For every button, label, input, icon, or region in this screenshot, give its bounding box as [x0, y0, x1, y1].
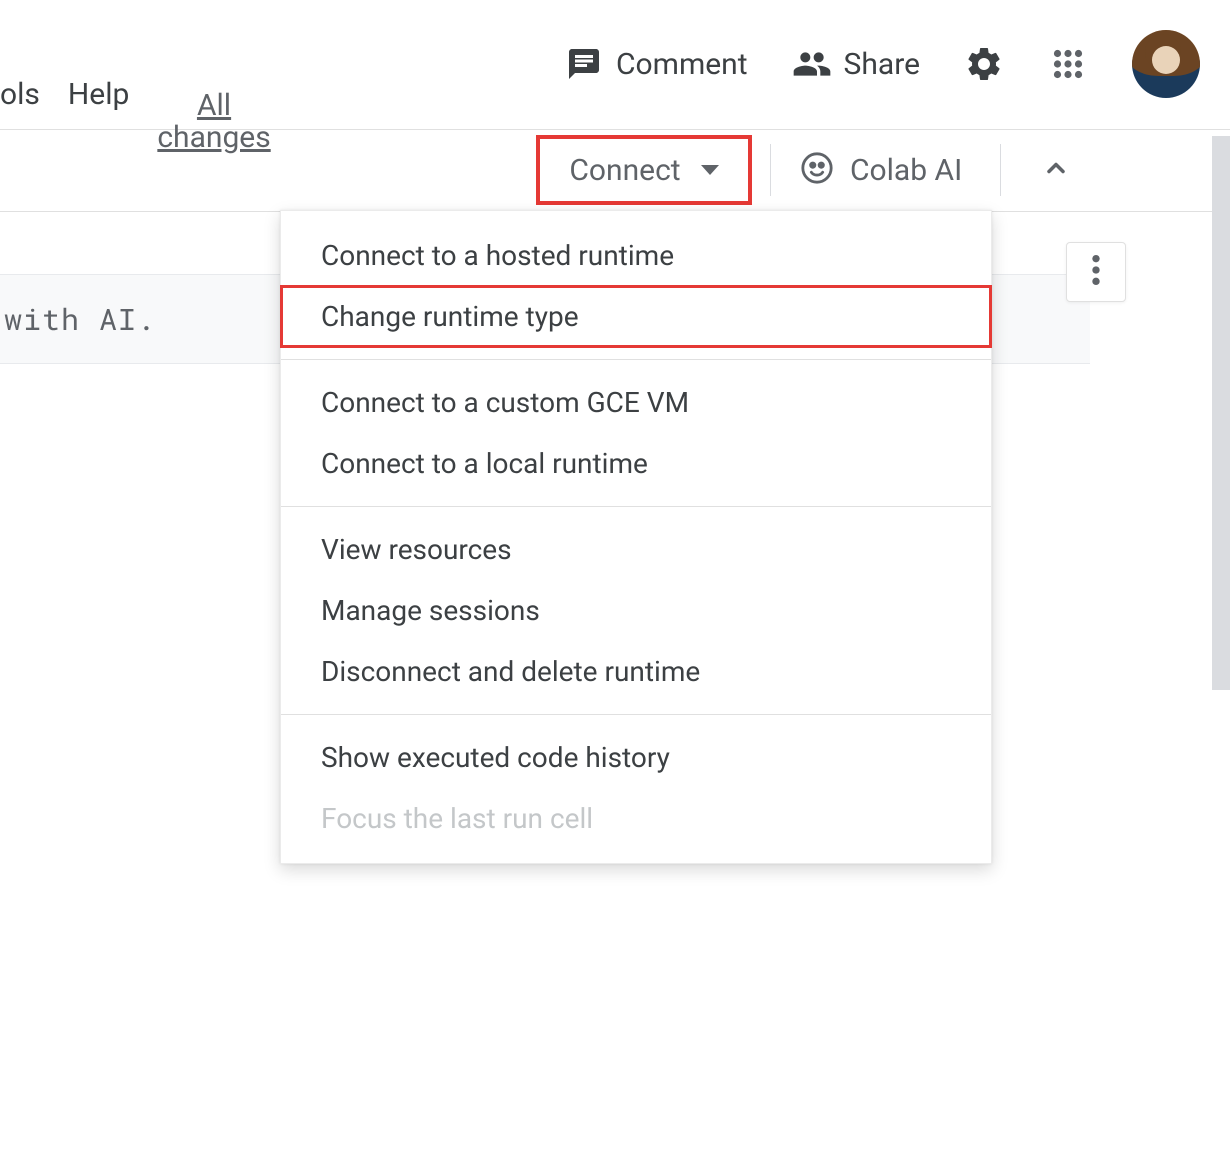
top-actions: Comment Share: [564, 30, 1200, 98]
separator: [1000, 144, 1001, 196]
menu-code-history[interactable]: Show executed code history: [281, 727, 991, 788]
menu-tools[interactable]: ols: [0, 77, 40, 112]
user-avatar[interactable]: [1132, 30, 1200, 98]
menu-disconnect-delete[interactable]: Disconnect and delete runtime: [281, 641, 991, 702]
sub-toolbar: Connect Colab AI: [0, 130, 1230, 212]
apps-grid-icon: [1048, 44, 1088, 84]
ai-face-icon: [800, 151, 834, 189]
comment-label: Comment: [616, 47, 748, 82]
separator: [770, 144, 771, 196]
menu-view-resources[interactable]: View resources: [281, 519, 991, 580]
chevron-up-icon: [1042, 154, 1070, 186]
cell-placeholder: with AI.: [4, 300, 156, 339]
comment-button[interactable]: Comment: [564, 44, 748, 84]
vertical-scrollbar[interactable]: [1212, 136, 1230, 690]
share-button[interactable]: Share: [792, 44, 920, 84]
menu-separator: [281, 506, 991, 507]
connect-dropdown-menu: Connect to a hosted runtime Change runti…: [280, 210, 992, 864]
more-vert-icon: [1091, 253, 1101, 291]
menu-focus-last-cell: Focus the last run cell: [281, 788, 991, 849]
comment-icon: [564, 44, 604, 84]
gear-icon: [964, 44, 1004, 84]
menu-connect-gce-vm[interactable]: Connect to a custom GCE VM: [281, 372, 991, 433]
menu-help[interactable]: Help: [68, 77, 129, 112]
share-label: Share: [844, 47, 920, 82]
colab-ai-button[interactable]: Colab AI: [800, 130, 962, 210]
colab-ai-label: Colab AI: [850, 153, 962, 188]
dropdown-arrow-icon: [701, 165, 719, 175]
menu-change-runtime-type[interactable]: Change runtime type: [281, 286, 991, 347]
settings-button[interactable]: [964, 44, 1004, 84]
top-menubar: ols Help All changes Comment Share: [0, 0, 1230, 130]
menu-connect-local[interactable]: Connect to a local runtime: [281, 433, 991, 494]
menu-manage-sessions[interactable]: Manage sessions: [281, 580, 991, 641]
scrollbar-thumb[interactable]: [1212, 136, 1230, 690]
collapse-button[interactable]: [1030, 144, 1082, 196]
people-icon: [792, 44, 832, 84]
connect-button[interactable]: Connect: [536, 135, 752, 205]
connect-label: Connect: [569, 153, 680, 188]
menu-connect-hosted[interactable]: Connect to a hosted runtime: [281, 225, 991, 286]
cell-more-button[interactable]: [1066, 242, 1126, 302]
menu-separator: [281, 714, 991, 715]
apps-button[interactable]: [1048, 44, 1088, 84]
menu-separator: [281, 359, 991, 360]
